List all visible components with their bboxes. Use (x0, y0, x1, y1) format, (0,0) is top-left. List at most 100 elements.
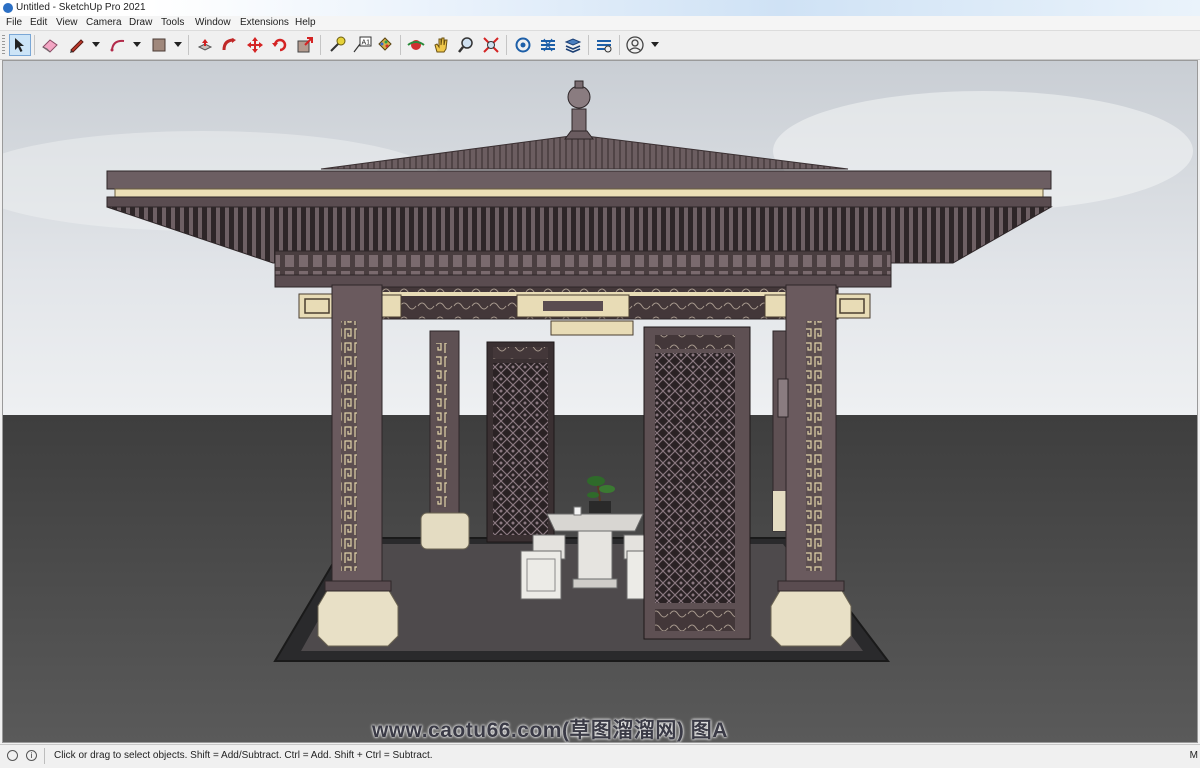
roof-finial-tip (574, 80, 584, 89)
pan-tool[interactable] (430, 34, 452, 56)
bonsai-foliage (587, 476, 605, 486)
hand-icon (434, 37, 448, 53)
scale-icon (297, 37, 313, 53)
rotate-tool[interactable] (269, 34, 291, 56)
wall-lamp (777, 378, 789, 418)
bonsai-pot (589, 501, 611, 513)
text-label-icon: A1 (353, 36, 372, 53)
push-pull-icon (197, 39, 213, 51)
eraser-icon (42, 39, 58, 53)
screen-top-ornament (493, 347, 548, 359)
column-fret-panel (341, 321, 357, 571)
watermark-text: www.caotu66.com(草图溜溜网) 图A (372, 719, 728, 742)
column-stone-base (773, 491, 787, 531)
push-pull-tool[interactable] (194, 34, 216, 56)
measurements-label: M (1189, 750, 1198, 761)
zoom-tool[interactable] (455, 34, 477, 56)
column-plinth (324, 580, 392, 592)
move-arrows-icon (247, 37, 263, 53)
arc-icon (110, 39, 125, 52)
back-lattice-screen (493, 363, 548, 535)
shape-tool-dropdown[interactable] (174, 42, 182, 47)
scale-tool[interactable] (294, 34, 316, 56)
warehouse-button[interactable] (512, 34, 534, 56)
toolbar-separator (588, 35, 589, 55)
menu-extensions[interactable]: Extensions (240, 17, 289, 28)
arc-tool[interactable] (107, 34, 129, 56)
layout-button[interactable] (562, 34, 584, 56)
toolbar-grip[interactable] (2, 35, 5, 55)
status-separator (44, 748, 45, 764)
paint-bucket-icon (378, 37, 392, 51)
arrow-cursor-icon (15, 38, 24, 52)
tape-measure-tool[interactable] (326, 34, 348, 56)
tape-measure-icon (330, 36, 346, 52)
menu-tools[interactable]: Tools (161, 17, 184, 28)
move-tool[interactable] (244, 34, 266, 56)
status-hint: Click or drag to select objects. Shift =… (54, 750, 433, 761)
menu-help[interactable]: Help (295, 17, 316, 28)
toolbar-separator (188, 35, 189, 55)
bonsai-foliage (599, 485, 615, 493)
tea-cup (573, 506, 582, 516)
text-tool-glyph: A1 (362, 40, 371, 47)
column-stone-base (420, 512, 470, 550)
orbit-icon (407, 40, 425, 50)
menu-camera[interactable]: Camera (86, 17, 122, 28)
account-dropdown[interactable] (651, 42, 659, 47)
line-tool-dropdown[interactable] (92, 42, 100, 47)
front-lattice-screen (655, 353, 735, 603)
stone-table-pedestal (577, 530, 613, 582)
menu-file[interactable]: File (6, 17, 22, 28)
bonsai-foliage (587, 492, 599, 498)
lintel-center-panel (543, 301, 603, 311)
info-icon[interactable]: i (26, 750, 37, 761)
pavilion-model-scene (3, 61, 1197, 742)
eraser-tool[interactable] (39, 34, 61, 56)
geo-location-icon[interactable] (7, 750, 18, 761)
follow-me-icon (222, 38, 236, 51)
select-tool[interactable] (9, 34, 31, 56)
text-tool[interactable]: A1 (351, 34, 373, 56)
orbit-tool[interactable] (405, 34, 427, 56)
column-fret-panel (436, 343, 447, 508)
roof-finial-stem (571, 108, 587, 132)
column-plinth (777, 580, 845, 592)
sketchup-logo-icon (3, 3, 13, 13)
roof-finial-ball (567, 85, 591, 109)
menu-view[interactable]: View (56, 17, 78, 28)
roof-eave-trim (114, 188, 1044, 198)
shape-tool[interactable] (148, 34, 170, 56)
arc-tool-dropdown[interactable] (133, 42, 141, 47)
title-bar: Untitled - SketchUp Pro 2021 (0, 0, 1200, 17)
roof-fascia (106, 196, 1052, 208)
pencil-icon (70, 39, 84, 53)
zoom-extents-icon (483, 37, 499, 53)
layout-stack-icon (564, 38, 582, 53)
extension-warehouse-button[interactable] (537, 34, 559, 56)
toolbar: A1 (0, 31, 1200, 60)
status-bar: i Click or drag to select objects. Shift… (0, 744, 1200, 768)
paint-bucket-tool[interactable] (374, 34, 396, 56)
menu-edit[interactable]: Edit (30, 17, 47, 28)
extension-manager-icon (597, 40, 612, 53)
toolbar-separator (400, 35, 401, 55)
screen-bottom-ornament (655, 609, 735, 631)
column-stone-base (317, 588, 399, 647)
title-bar-background (150, 0, 1200, 16)
follow-me-tool[interactable] (219, 34, 241, 56)
menu-draw[interactable]: Draw (129, 17, 152, 28)
line-tool[interactable] (66, 34, 88, 56)
menu-window[interactable]: Window (195, 17, 231, 28)
extension-warehouse-icon (541, 38, 555, 52)
toolbar-separator (34, 35, 35, 55)
toolbar-separator (506, 35, 507, 55)
zoom-extents-tool[interactable] (480, 34, 502, 56)
lower-lintel-ornament (550, 320, 634, 336)
account-button[interactable] (624, 34, 646, 56)
model-viewport[interactable] (2, 60, 1198, 743)
user-account-icon (626, 36, 644, 54)
screen-top-ornament (655, 335, 735, 349)
extension-manager-button[interactable] (593, 34, 615, 56)
roof-eave-board (106, 170, 1052, 190)
